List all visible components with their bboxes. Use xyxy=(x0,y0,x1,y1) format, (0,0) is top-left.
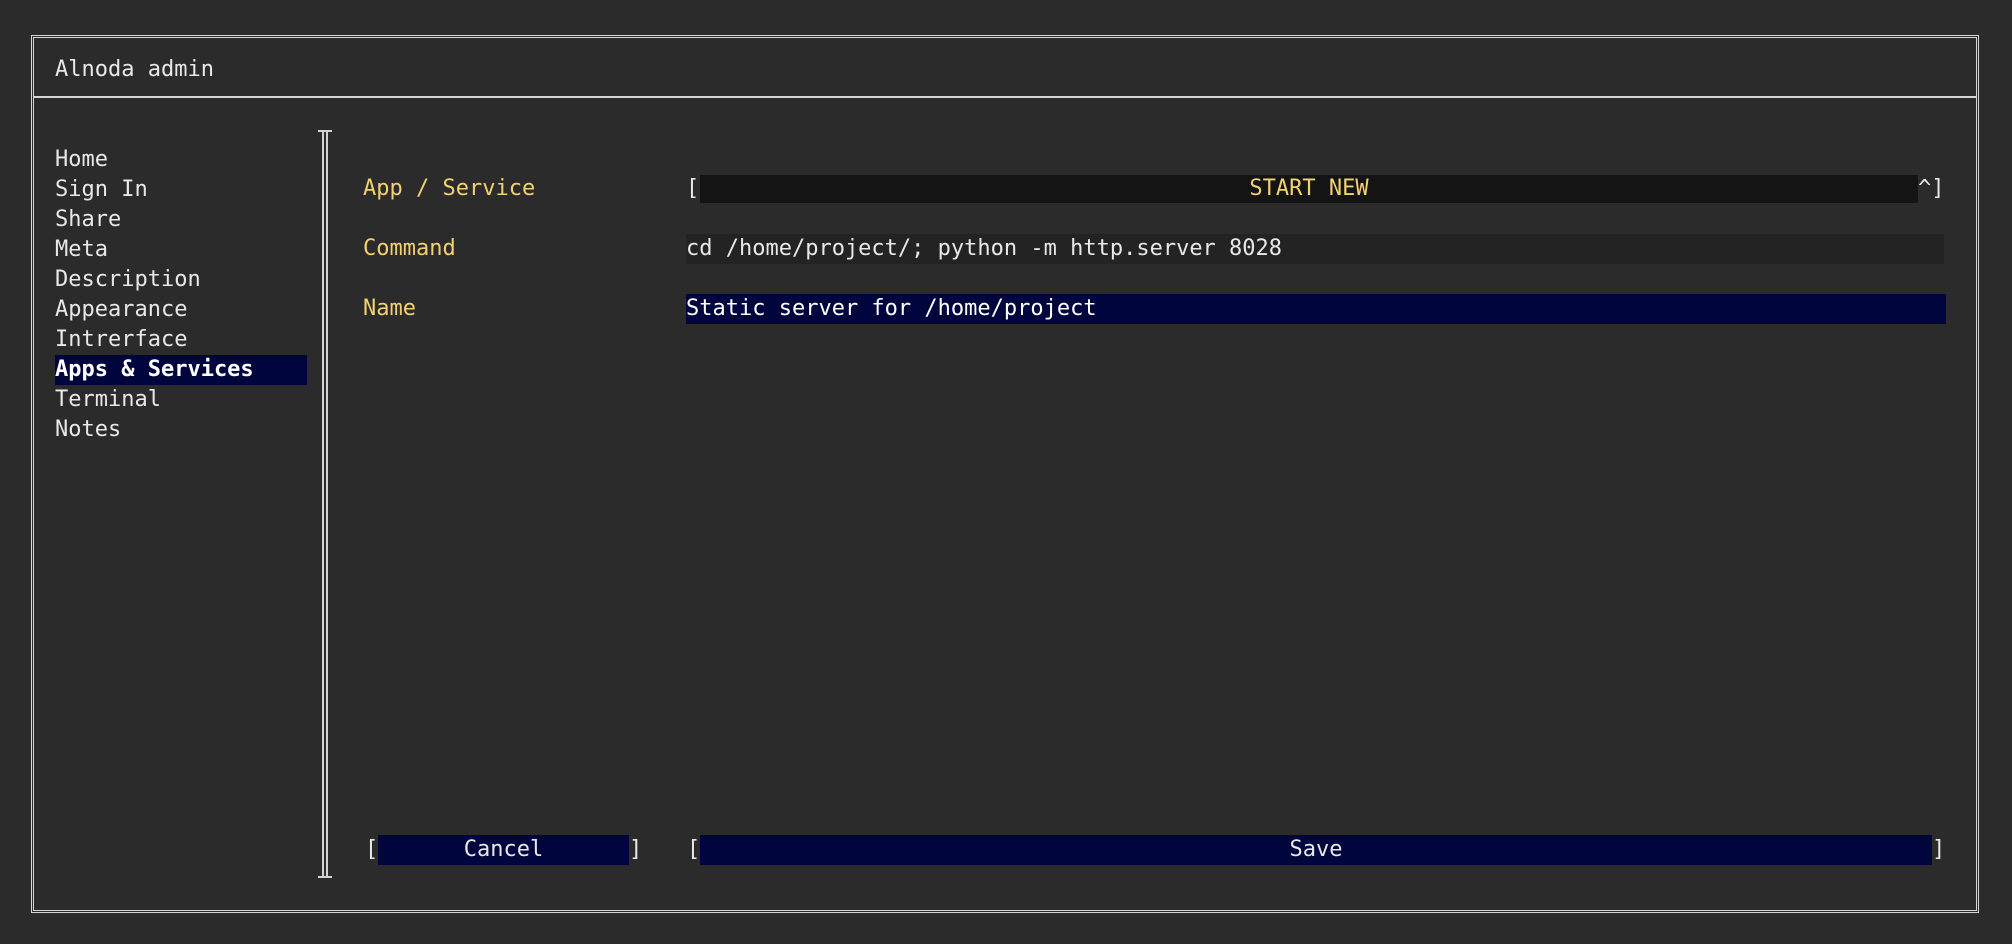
sidebar-item-notes[interactable]: Notes xyxy=(55,415,307,445)
sidebar-item-share[interactable]: Share xyxy=(55,205,307,235)
sidebar-item-description[interactable]: Description xyxy=(55,265,307,295)
sidebar-scrollbar[interactable] xyxy=(318,130,332,878)
dropdown-open-bracket: [ xyxy=(686,176,700,201)
title-separator xyxy=(34,96,1976,98)
sidebar-item-interface[interactable]: Intrerface xyxy=(55,325,307,355)
app-service-dropdown[interactable]: START NEW xyxy=(700,175,1918,203)
sidebar-menu: Home Sign In Share Meta Description Appe… xyxy=(55,145,307,445)
sidebar-item-home[interactable]: Home xyxy=(55,145,307,175)
command-label: Command xyxy=(363,236,456,261)
save-close-bracket: ] xyxy=(1932,837,1946,862)
dropdown-toggle-icon[interactable]: ^] xyxy=(1918,174,1945,204)
cancel-close-bracket: ] xyxy=(629,837,643,862)
sidebar-item-sign-in[interactable]: Sign In xyxy=(55,175,307,205)
sidebar-item-meta[interactable]: Meta xyxy=(55,235,307,265)
sidebar-item-terminal[interactable]: Terminal xyxy=(55,385,307,415)
name-input[interactable]: Static server for /home/project xyxy=(686,294,1946,324)
command-input[interactable]: cd /home/project/; python -m http.server… xyxy=(686,234,1944,264)
save-button[interactable]: Save xyxy=(700,835,1932,865)
name-label: Name xyxy=(363,296,416,321)
sidebar-item-appearance[interactable]: Appearance xyxy=(55,295,307,325)
save-open-bracket: [ xyxy=(687,837,701,862)
cancel-open-bracket: [ xyxy=(365,837,379,862)
sidebar-item-apps-services[interactable]: Apps & Services xyxy=(55,355,307,385)
app-service-label: App / Service xyxy=(363,176,536,201)
window-title: Alnoda admin xyxy=(55,57,214,82)
cancel-button[interactable]: Cancel xyxy=(378,835,629,865)
